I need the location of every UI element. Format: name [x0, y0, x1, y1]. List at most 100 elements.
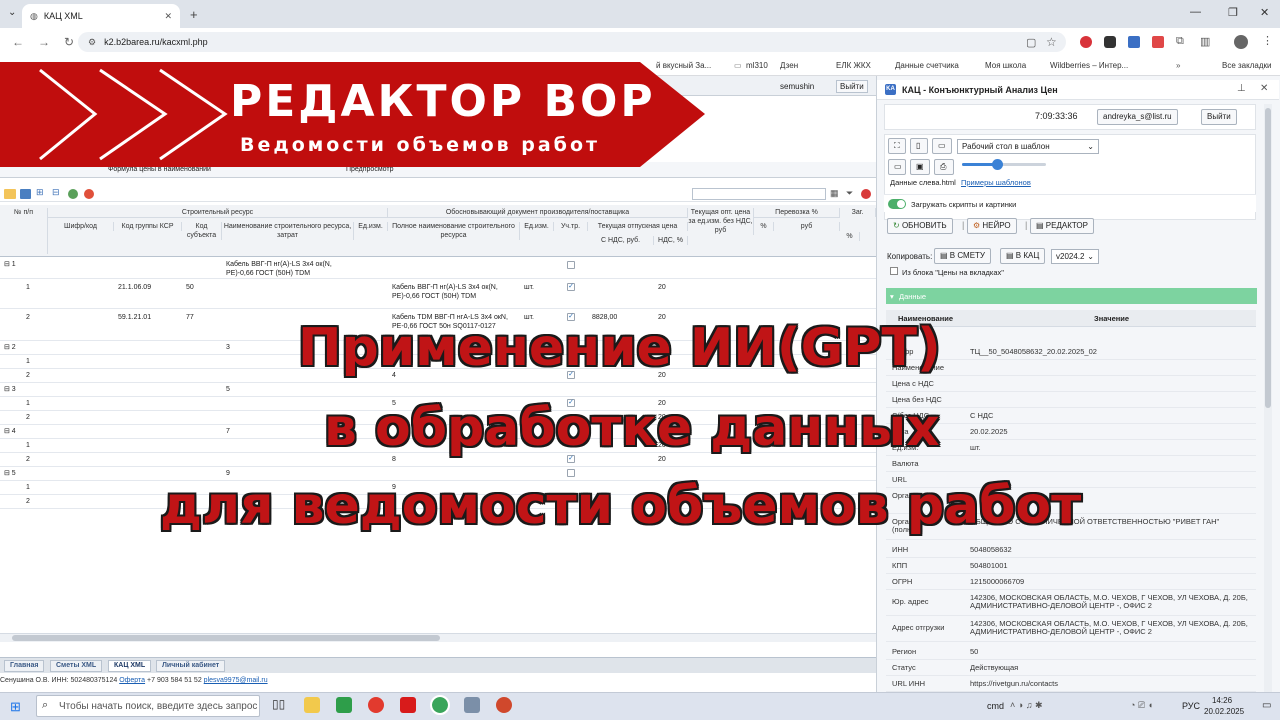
data-row[interactable]: Шифр ТЦ__50_5048058632_20.02.2025_02 — [886, 344, 1256, 360]
expand-icon[interactable]: ⊞ — [36, 187, 44, 198]
notepad-icon[interactable] — [336, 697, 352, 713]
open-folder-icon[interactable] — [4, 189, 16, 199]
from-block-checkbox[interactable] — [890, 267, 898, 275]
col-ksr[interactable]: Код группы КСР — [114, 222, 182, 231]
horizontal-scrollbar[interactable] — [0, 633, 876, 642]
menu-icon[interactable]: ⋮ — [1262, 34, 1273, 47]
data-row[interactable]: Ед.изм. шт. — [886, 440, 1256, 456]
data-row[interactable]: КПП 504801001 — [886, 558, 1256, 574]
clock-date[interactable]: 20.02.2025 — [1204, 707, 1244, 716]
data-row[interactable]: Статус Действующая — [886, 660, 1256, 676]
tab-preview[interactable]: Предпросмотр — [346, 166, 393, 173]
table-row[interactable]: ⊟ 3 5 — [0, 383, 876, 397]
collapse-icon[interactable]: ⊟ — [52, 187, 60, 198]
col-subject[interactable]: Код субъекта — [182, 222, 222, 240]
data-row[interactable]: Цена с НДС — [886, 376, 1256, 392]
tab-cabinet[interactable]: Личный кабинет — [156, 660, 226, 672]
new-tab-icon[interactable]: + — [190, 7, 198, 22]
file-explorer-icon[interactable] — [304, 697, 320, 713]
bookmark-item[interactable]: ml310 — [746, 61, 768, 70]
clock-time[interactable]: 14:26 — [1212, 696, 1232, 705]
bookmark-star-icon[interactable]: ☆ — [1046, 35, 1057, 49]
back-icon[interactable]: ← — [12, 35, 24, 49]
tab-smety-xml[interactable]: Сметы XML — [50, 660, 103, 672]
side-panel-scrollbar[interactable] — [1264, 104, 1272, 692]
reload-icon[interactable]: ↻ — [64, 35, 74, 49]
app-icon[interactable] — [464, 697, 480, 713]
user-email-button[interactable]: andreyka_s@list.ru — [1097, 109, 1178, 125]
extension-icon[interactable] — [1104, 36, 1116, 48]
sidepanel-icon[interactable]: ▥ — [1200, 35, 1210, 48]
data-row[interactable]: ИНН 5048058632 — [886, 542, 1256, 558]
kac-extension-icon[interactable] — [1128, 36, 1140, 48]
editor-button[interactable]: ▤ РЕДАКТОР — [1030, 218, 1094, 234]
col-opt-price[interactable]: Текущая опт. цена за ед.изм. без НДС, ру… — [688, 208, 754, 235]
col-cipher[interactable]: Шифр/код — [48, 222, 114, 231]
data-row[interactable]: Дата 20.02.2025 — [886, 424, 1256, 440]
close-panel-icon[interactable]: ✕ — [1260, 83, 1268, 94]
yandex-icon[interactable] — [84, 189, 94, 199]
data-section-header[interactable]: ▾ Данные — [886, 288, 1257, 304]
tab-kac-xml[interactable]: КАЦ XML — [108, 660, 152, 672]
monitor-icon[interactable]: ▭ — [932, 138, 952, 154]
uch-checkbox[interactable] — [567, 261, 575, 269]
chrome-icon[interactable] — [430, 695, 450, 715]
tray-icons[interactable]: ˄ ◑ ♫ ✱ — [1010, 700, 1042, 711]
col-unit2[interactable]: Ед.изм. — [520, 222, 554, 231]
extensions-icon[interactable]: ⧉ — [1176, 35, 1184, 48]
minimize-icon[interactable]: — — [1190, 6, 1201, 18]
scrollbar-thumb[interactable] — [12, 635, 440, 641]
row-num[interactable]: ⊟ 1 — [4, 260, 16, 269]
bookmark-item[interactable]: Дзен — [780, 61, 798, 70]
network-icon[interactable]: ◔ ⎚ ◖ — [1130, 700, 1153, 711]
adblock-icon[interactable] — [1080, 36, 1092, 48]
page-icon[interactable]: ▢ — [1026, 36, 1036, 49]
image-icon[interactable]: ▣ — [910, 159, 930, 175]
status-email-link[interactable]: plesva9975@mail.ru — [204, 677, 268, 684]
zoom-slider[interactable] — [962, 159, 1046, 170]
print-icon[interactable]: ⎙ — [934, 159, 954, 175]
grid-search-input[interactable] — [692, 188, 826, 200]
folder-icon[interactable]: ▭ — [888, 159, 906, 175]
row-num[interactable]: ⊟ 5 — [4, 469, 16, 478]
pin-icon[interactable]: ⊥ — [1237, 83, 1246, 94]
col-with-vat[interactable]: С НДС, руб. — [588, 236, 654, 245]
tab-main[interactable]: Главная — [4, 660, 45, 672]
template-select[interactable]: Рабочий стол в шаблон ⌄ — [957, 139, 1099, 154]
uch-checkbox[interactable]: ✓ — [567, 283, 575, 291]
restore-icon[interactable]: ❐ — [1228, 6, 1238, 19]
row-num[interactable]: ⊟ 2 — [4, 343, 16, 352]
task-view-icon[interactable]: ▯▯ — [272, 697, 285, 711]
tab-list-icon[interactable]: ⌄ — [8, 7, 16, 18]
bookmark-item[interactable]: Моя школа — [985, 61, 1026, 70]
site-info-icon[interactable]: ⚙ — [88, 37, 96, 48]
data-row[interactable]: Юр. адрес 142306, МОСКОВСКАЯ ОБЛАСТЬ, М.О… — [886, 590, 1256, 616]
data-row[interactable]: С/без НДС С НДС — [886, 408, 1256, 424]
bookmark-item[interactable]: Данные счетчика — [895, 61, 959, 70]
col-transport-rub[interactable]: руб — [774, 222, 840, 231]
oferta-link[interactable]: Оферта — [119, 677, 145, 684]
language-indicator[interactable]: РУС — [1182, 701, 1200, 711]
forward-icon[interactable]: → — [38, 35, 50, 49]
col-unit[interactable]: Ед.изм. — [354, 222, 388, 231]
windows-start-icon[interactable]: ⊞ — [10, 699, 21, 715]
browser-tab[interactable]: ◍ КАЦ XML ✕ — [22, 4, 180, 28]
bookmark-item[interactable]: Wildberries – Интер... — [1050, 61, 1128, 70]
load-scripts-toggle[interactable] — [888, 199, 906, 209]
refresh-icon[interactable] — [68, 189, 78, 199]
data-row[interactable]: Цена без НДС — [886, 392, 1256, 408]
data-row[interactable]: URL ИНН https://rivetgun.ru/contacts — [886, 676, 1256, 692]
side-scrollbar-thumb[interactable] — [1265, 108, 1271, 408]
taskbar-search-input[interactable]: ⌕ Чтобы начать поиск, введите здесь запр… — [36, 695, 260, 717]
data-row[interactable]: Наименование — [886, 360, 1256, 376]
bookmark-item[interactable]: ЕЛК ЖКХ — [836, 61, 871, 70]
data-row[interactable]: Валюта — [886, 456, 1256, 472]
row-num[interactable]: ⊟ 4 — [4, 427, 16, 436]
video-extension-icon[interactable] — [1152, 36, 1164, 48]
data-row[interactable]: ОГРН 1215000066709 — [886, 574, 1256, 590]
powerpoint-icon[interactable] — [496, 697, 512, 713]
side-logout-button[interactable]: Выйти — [1201, 109, 1237, 125]
save-icon[interactable] — [20, 189, 31, 199]
data-row[interactable]: Адрес отгрузки 142306, МОСКОВСКАЯ ОБЛАСТЬ… — [886, 616, 1256, 642]
table-row[interactable]: 1 21.1.06.09 50 Кабель ВВГ-П нг(А)-LS 3х… — [0, 279, 876, 309]
